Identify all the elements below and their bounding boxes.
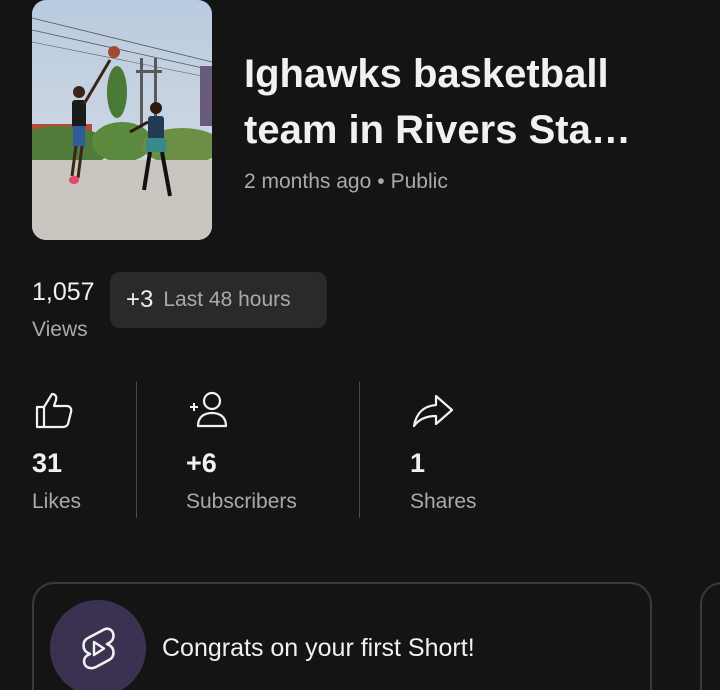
views-period: Last 48 hours <box>163 288 291 311</box>
shares-stat[interactable]: 1 Shares <box>410 382 530 518</box>
shares-label: Shares <box>410 490 477 513</box>
thumbnail-image <box>32 0 212 240</box>
views-delta-chip[interactable]: +3 Last 48 hours <box>110 272 327 328</box>
shares-count: 1 <box>410 448 426 478</box>
stat-divider <box>136 382 137 518</box>
milestone-card[interactable]: Congrats on your first Short! <box>32 582 652 690</box>
likes-count: 31 <box>32 448 63 478</box>
milestone-text: Congrats on your first Short! <box>162 634 475 662</box>
stat-divider <box>359 382 360 518</box>
meta-separator: • <box>377 170 385 193</box>
video-thumbnail[interactable] <box>32 0 212 240</box>
subscribers-label: Subscribers <box>186 490 297 513</box>
likes-label: Likes <box>32 490 82 513</box>
video-title: Ighawks basketball team in Rivers Sta… <box>244 52 631 152</box>
next-card[interactable] <box>700 582 720 690</box>
views-delta: +3 <box>126 286 154 313</box>
upload-age: 2 months ago <box>244 170 372 193</box>
likes-stat[interactable]: 31 Likes <box>32 382 132 518</box>
share-arrow-icon <box>412 394 454 428</box>
shorts-logo-icon <box>82 627 115 670</box>
short-analytics-page: Ighawks basketball team in Rivers Sta… 2… <box>0 0 720 690</box>
video-meta: 2 months ago • Public <box>244 170 448 194</box>
subscribers-count: +6 <box>186 448 217 478</box>
views-label: Views <box>32 318 88 341</box>
add-person-icon <box>190 391 228 428</box>
shorts-badge <box>50 600 146 690</box>
views-count: 1,057 <box>32 278 95 306</box>
thumbs-up-icon <box>35 392 73 429</box>
subscribers-stat[interactable]: +6 Subscribers <box>186 382 346 518</box>
visibility-status: Public <box>390 170 448 193</box>
